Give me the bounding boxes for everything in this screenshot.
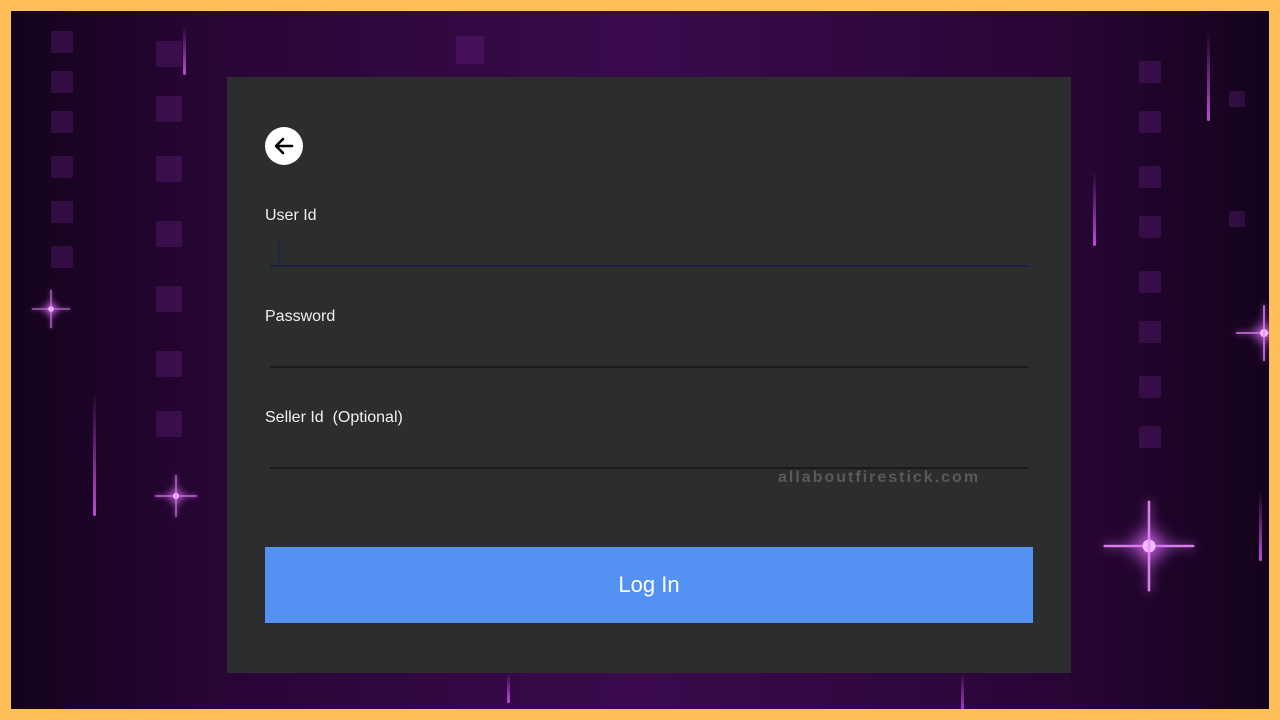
arrow-left-icon — [274, 137, 294, 155]
user-id-input[interactable] — [270, 236, 1028, 266]
password-label: Password — [265, 308, 336, 325]
page-frame: User Id Password Seller Id (Optional) al… — [0, 0, 1280, 720]
password-input[interactable] — [270, 336, 1028, 366]
login-dialog: User Id Password Seller Id (Optional) al… — [227, 77, 1071, 673]
user-id-label: User Id — [265, 207, 317, 224]
password-underline — [270, 366, 1028, 368]
back-button[interactable] — [265, 127, 303, 165]
user-id-underline — [270, 265, 1028, 267]
login-button[interactable]: Log In — [265, 547, 1033, 623]
text-caret — [278, 240, 280, 262]
seller-id-input[interactable] — [270, 437, 1028, 467]
watermark: allaboutfirestick.com — [778, 469, 981, 486]
seller-id-label: Seller Id (Optional) — [265, 409, 403, 426]
